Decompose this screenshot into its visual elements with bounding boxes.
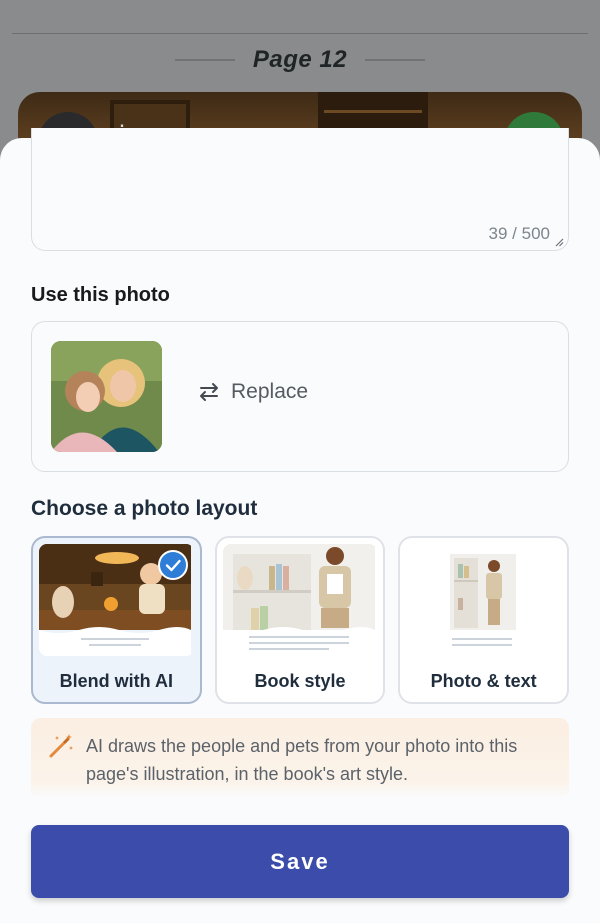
replace-icon <box>200 383 218 401</box>
magic-wand-icon <box>49 734 73 758</box>
replace-photo-button[interactable]: Replace <box>197 380 308 404</box>
layout-option-photo-and-text[interactable]: Photo & text <box>398 536 570 704</box>
layout-option-blend-with-ai[interactable]: Blend with AI <box>31 536 202 704</box>
title-ornament-left <box>174 59 235 61</box>
ai-info-banner: AI draws the people and pets from your p… <box>31 718 569 798</box>
photo-thumbnail <box>51 341 162 452</box>
layout-label-book-style: Book style <box>254 671 346 691</box>
resize-grip-icon[interactable] <box>554 237 564 247</box>
book-style-preview-image <box>222 544 378 656</box>
layout-option-book-style[interactable]: Book style <box>214 536 386 704</box>
char-counter: 39 / 500 <box>488 224 550 243</box>
layout-label-blend: Blend with AI <box>59 671 173 691</box>
photo-text-preview-image <box>406 544 561 656</box>
page-title-row: Page 12 <box>0 44 600 76</box>
selected-check-icon <box>157 550 188 580</box>
replace-label: Replace <box>231 380 309 403</box>
layout-heading: Choose a photo layout <box>31 497 258 520</box>
divider <box>12 33 588 34</box>
title-ornament-right <box>365 59 426 61</box>
save-button[interactable]: Save <box>31 825 569 898</box>
page-text-input[interactable]: 39 / 500 <box>31 128 569 251</box>
layout-options: Blend with AI Book style Photo & text <box>31 536 570 704</box>
page-title: Page 12 <box>252 46 348 73</box>
ai-info-text: AI draws the people and pets from your p… <box>86 736 518 784</box>
edit-page-sheet: 39 / 500 Use this photo Replace Choose a… <box>0 128 600 923</box>
layout-label-photo-text: Photo & text <box>430 671 537 691</box>
use-photo-heading: Use this photo <box>31 284 170 306</box>
photo-card: Replace <box>31 321 569 472</box>
